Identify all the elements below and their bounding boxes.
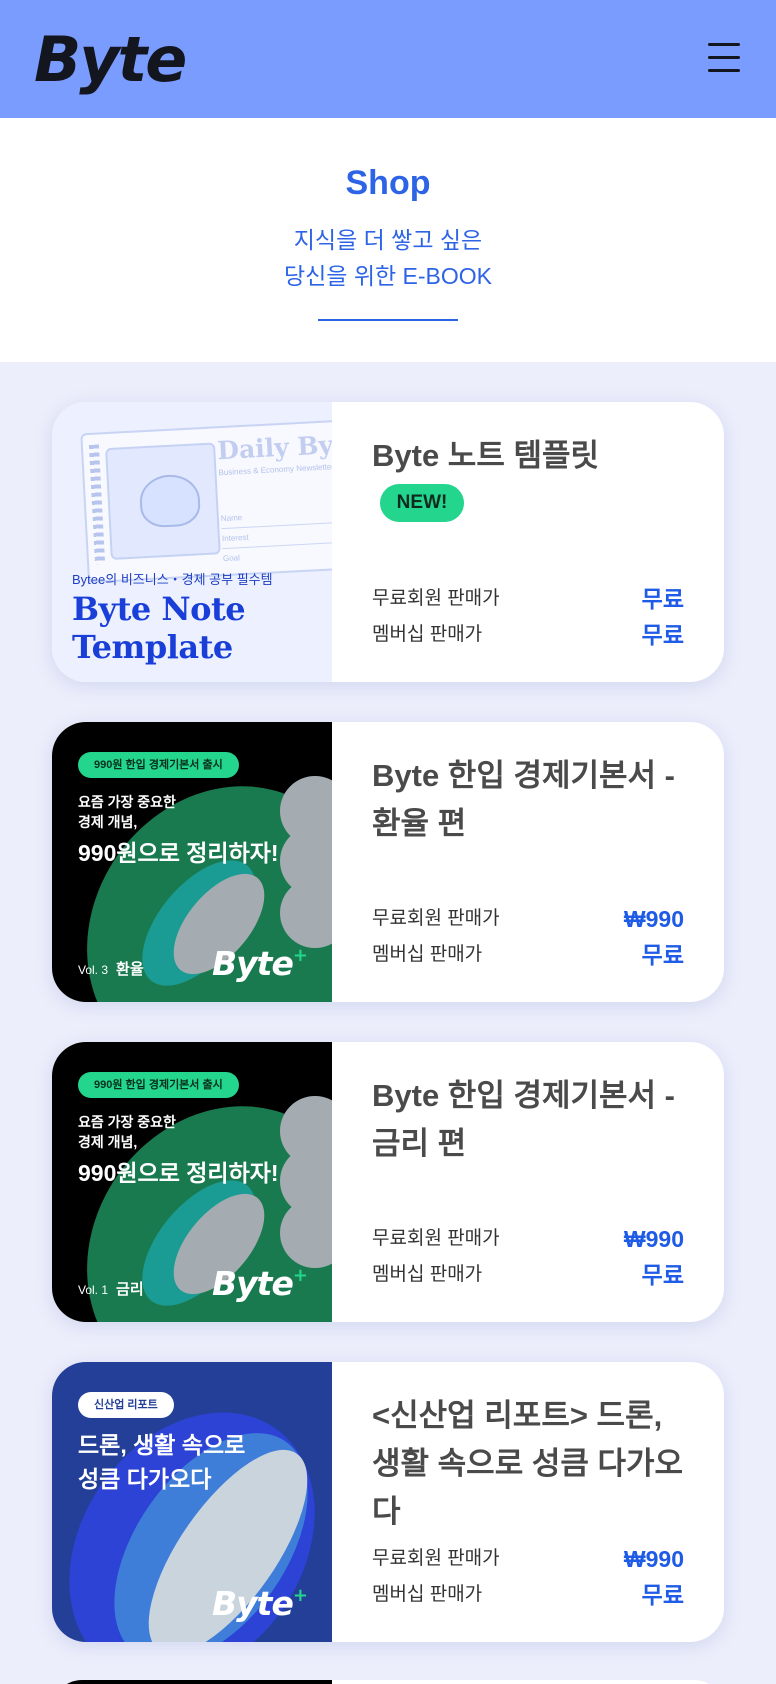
cert-goal-label: Goal: [222, 553, 241, 564]
price-label: 무료회원 판매가: [372, 908, 500, 929]
price-value: ₩990: [623, 1226, 684, 1252]
page-subtitle: 지식을 더 쌓고 싶은 당신을 위한 E-BOOK: [0, 222, 776, 294]
title-underline: [318, 319, 458, 321]
shop-hero: Shop 지식을 더 쌓고 싶은 당신을 위한 E-BOOK: [0, 118, 776, 362]
price-value: 무료: [641, 622, 684, 648]
byte-plus-logo: Byte+: [212, 1584, 308, 1623]
price-value: 무료: [641, 942, 684, 968]
volume-number: Vol. 3: [78, 963, 109, 977]
new-badge: NEW!: [380, 484, 464, 522]
product-card-drone-report[interactable]: 신산업 리포트 드론, 생활 속으로 성큼 다가오다 Byte+ <신산업 리포…: [52, 1362, 724, 1642]
thumb-volume: Vol. 1 금리: [78, 1278, 144, 1299]
product-thumbnail: [52, 1680, 332, 1684]
price-row-free: 무료회원 판매가 ₩990: [372, 1544, 684, 1574]
product-thumbnail: 990원 한입 경제기본서 출시 요즘 가장 중요한 경제 개념, 990원으로…: [52, 1042, 332, 1322]
product-info: Byte 노트 템플릿 NEW! 무료회원 판매가 무료 멤버십 판매가 무료: [332, 402, 724, 682]
price-label: 무료회원 판매가: [372, 1228, 500, 1249]
product-card-exchange-rate[interactable]: 990원 한입 경제기본서 출시 요즘 가장 중요한 경제 개념, 990원으로…: [52, 722, 724, 1002]
price-value: 무료: [641, 1262, 684, 1288]
thumb-headline: 990원으로 정리하자!: [78, 840, 279, 866]
cert-name-label: Name: [220, 513, 243, 524]
cert-barcode: [88, 444, 106, 565]
byte-plus-logo: Byte+: [212, 1264, 308, 1303]
price-row-member: 멤버십 판매가 무료: [372, 940, 684, 970]
price-row-free: 무료회원 판매가 ₩990: [372, 904, 684, 934]
subtitle-line-2: 당신을 위한 E-BOOK: [283, 263, 493, 289]
price-label: 멤버십 판매가: [372, 944, 483, 965]
logo-plus: +: [292, 1265, 308, 1286]
thumb-headline: 드론, 생활 속으로 성큼 다가오다: [78, 1432, 246, 1492]
byte-logo[interactable]: Byte: [34, 22, 187, 98]
volume-topic: 환율: [116, 961, 144, 978]
price-row-member: 멤버십 판매가 무료: [372, 620, 684, 650]
product-thumbnail: Daily Byte Business & Economy Newsletter…: [52, 402, 332, 682]
cert-interest-label: Interest: [221, 532, 249, 544]
product-card-note-template[interactable]: Daily Byte Business & Economy Newsletter…: [52, 402, 724, 682]
product-info: Byte 한입 경제기본서 - 금리 편 무료회원 판매가 ₩990 멤버십 판…: [332, 1042, 724, 1322]
cert-photo: [105, 442, 221, 560]
price-value: 무료: [641, 1582, 684, 1608]
product-title[interactable]: Byte 한입 경제기본서 - 환율 편: [372, 752, 692, 848]
thumb-small-text: 요즘 가장 중요한 경제 개념,: [78, 794, 176, 830]
price-row-free: 무료회원 판매가 무료: [372, 584, 684, 614]
price-label: 멤버십 판매가: [372, 1264, 483, 1285]
subtitle-line-1: 지식을 더 쌓고 싶은: [293, 227, 483, 253]
menu-line: [708, 43, 740, 46]
thumb-tagline: Bytee의 비즈니스・경제 공부 필수템: [72, 572, 273, 587]
top-header: Byte: [0, 0, 776, 118]
product-thumbnail: 990원 한입 경제기본서 출시 요즘 가장 중요한 경제 개념, 990원으로…: [52, 722, 332, 1002]
price-label: 무료회원 판매가: [372, 1548, 500, 1569]
hamburger-menu-icon[interactable]: [706, 42, 742, 74]
price-value: 무료: [641, 586, 684, 612]
product-thumbnail: 신산업 리포트 드론, 생활 속으로 성큼 다가오다 Byte+: [52, 1362, 332, 1642]
cert-subtitle: Business & Economy Newsletter: [218, 462, 332, 478]
product-title[interactable]: Byte 노트 템플릿: [372, 432, 692, 480]
logo-plus: +: [292, 1585, 308, 1606]
thumb-small-text: 요즘 가장 중요한 경제 개념,: [78, 1114, 176, 1150]
price-value: ₩990: [623, 1546, 684, 1572]
product-card-partial[interactable]: [52, 1680, 724, 1684]
volume-topic: 금리: [116, 1281, 144, 1298]
thumb-pill: 신산업 리포트: [78, 1392, 174, 1418]
logo-text: Byte: [212, 944, 294, 983]
thumb-pill: 990원 한입 경제기본서 출시: [78, 1072, 239, 1098]
thumb-headline: Byte Note Template: [72, 590, 246, 666]
page-title: Shop: [345, 164, 431, 202]
menu-line: [708, 56, 740, 59]
thumb-volume: Vol. 3 환율: [78, 958, 144, 979]
price-label: 무료회원 판매가: [372, 588, 500, 609]
price-label: 멤버십 판매가: [372, 624, 483, 645]
certificate-illustration: Daily Byte Business & Economy Newsletter…: [80, 418, 332, 584]
product-title[interactable]: Byte 한입 경제기본서 - 금리 편: [372, 1072, 692, 1168]
logo-text: Byte: [212, 1584, 294, 1623]
price-label: 멤버십 판매가: [372, 1584, 483, 1605]
thumb-pill: 990원 한입 경제기본서 출시: [78, 752, 239, 778]
product-title[interactable]: <신산업 리포트> 드론, 생활 속으로 성큼 다가오다: [372, 1392, 692, 1536]
price-row-free: 무료회원 판매가 ₩990: [372, 1224, 684, 1254]
mascot-illustration: [138, 473, 202, 529]
logo-text: Byte: [212, 1264, 294, 1303]
price-value: ₩990: [623, 906, 684, 932]
product-card-interest-rate[interactable]: 990원 한입 경제기본서 출시 요즘 가장 중요한 경제 개념, 990원으로…: [52, 1042, 724, 1322]
thumb-headline: 990원으로 정리하자!: [78, 1160, 279, 1186]
logo-plus: +: [292, 945, 308, 966]
product-info: <신산업 리포트> 드론, 생활 속으로 성큼 다가오다 무료회원 판매가 ₩9…: [332, 1362, 724, 1642]
volume-number: Vol. 1: [78, 1283, 109, 1297]
cert-title: Daily Byte: [216, 428, 332, 466]
menu-line: [708, 69, 740, 72]
price-row-member: 멤버십 판매가 무료: [372, 1260, 684, 1290]
byte-plus-logo: Byte+: [212, 944, 308, 983]
product-info: Byte 한입 경제기본서 - 환율 편 무료회원 판매가 ₩990 멤버십 판…: [332, 722, 724, 1002]
price-row-member: 멤버십 판매가 무료: [372, 1580, 684, 1610]
